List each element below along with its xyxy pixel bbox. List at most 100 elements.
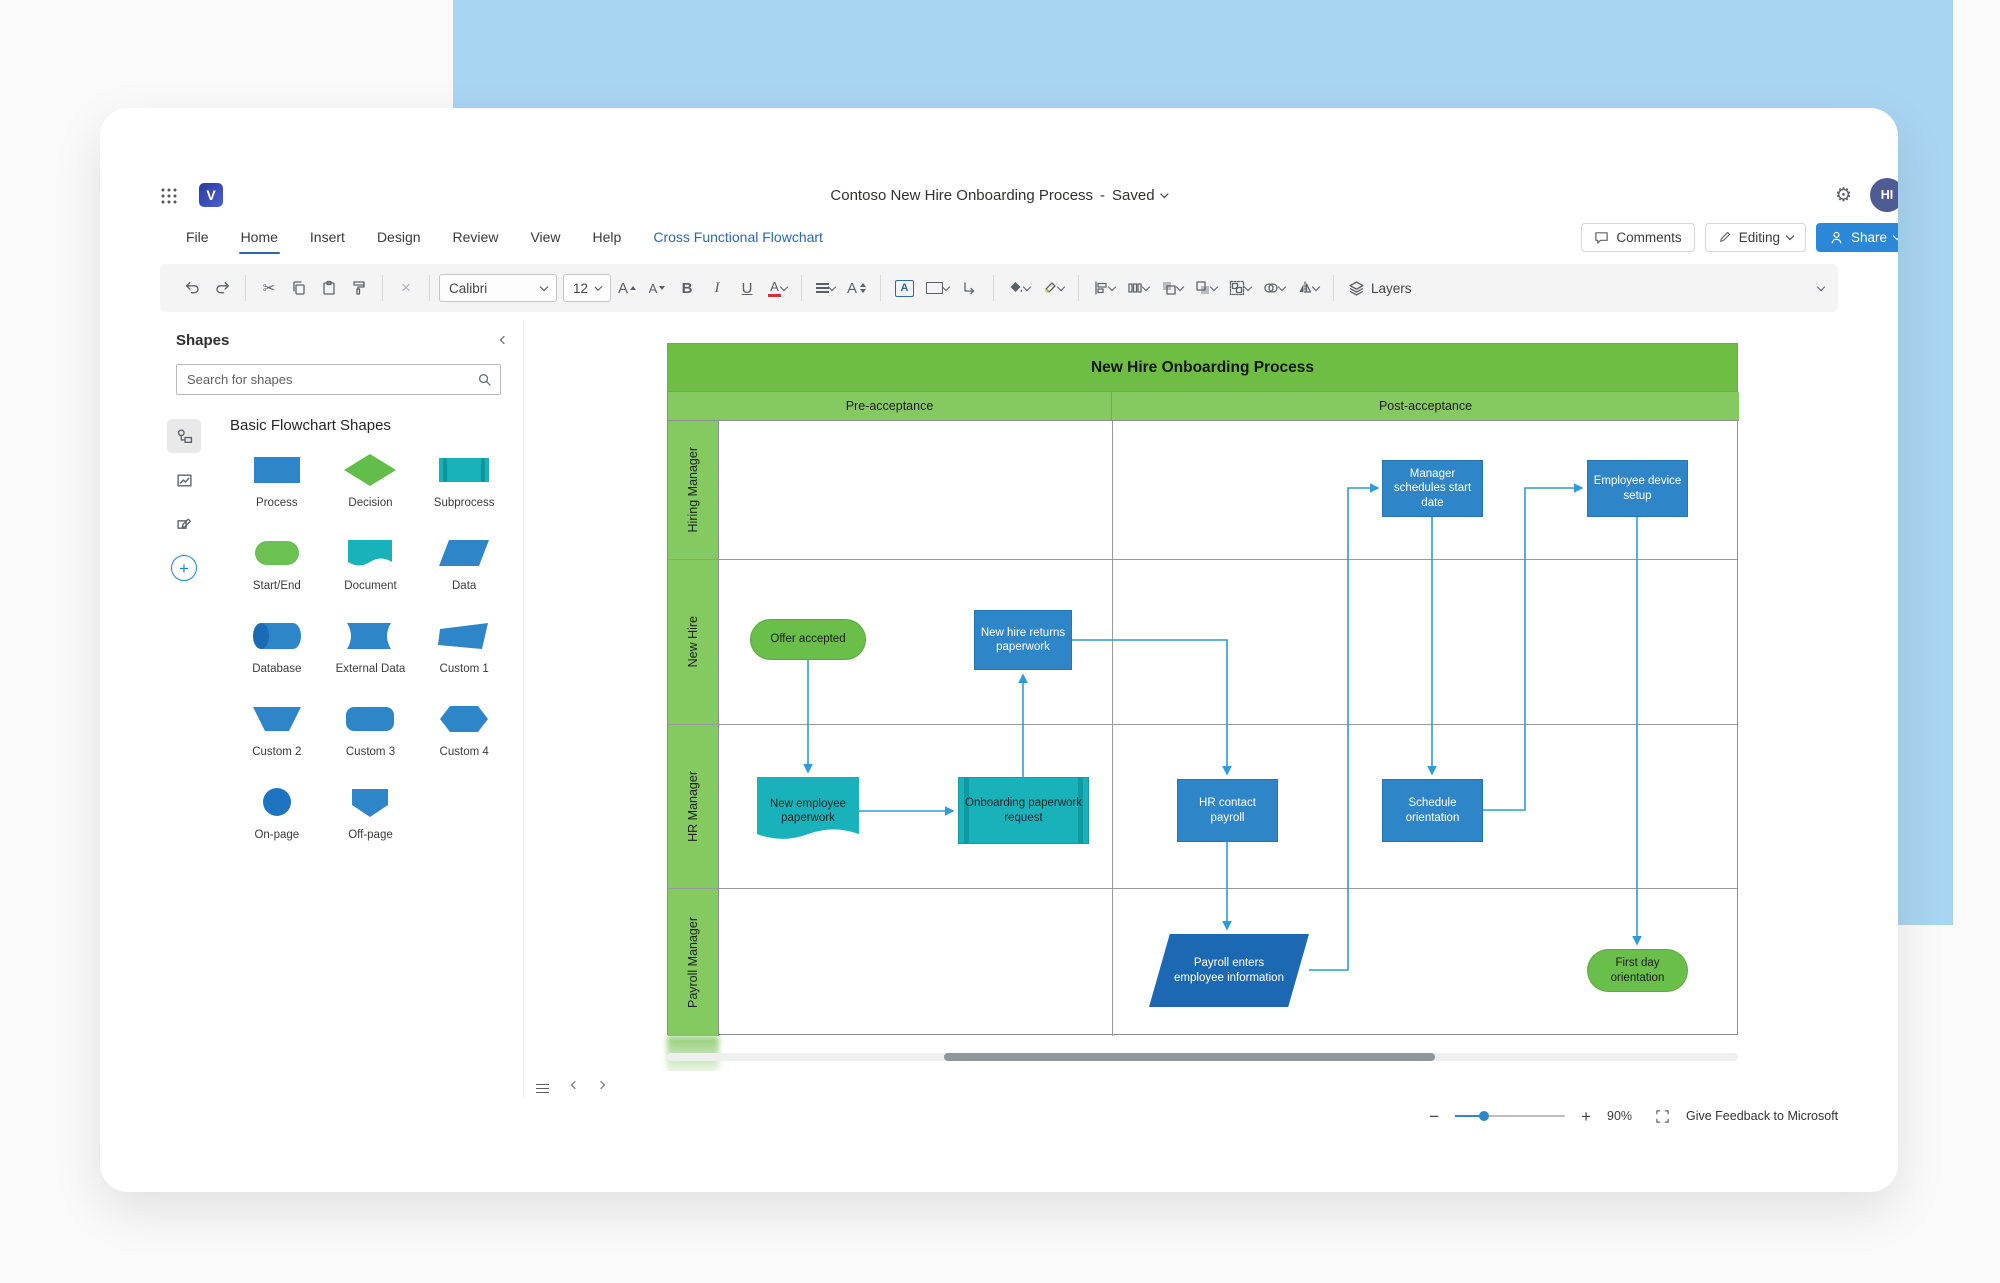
zoom-slider-handle[interactable] xyxy=(1479,1111,1489,1121)
send-backward-button[interactable] xyxy=(1190,271,1222,305)
collapse-panel-button[interactable] xyxy=(498,337,507,343)
flowchart-connectors[interactable] xyxy=(668,344,1739,1036)
shape-item-document[interactable]: Document xyxy=(342,535,398,592)
flowchart-node-first-day-orientation[interactable]: First day orientation xyxy=(1587,949,1688,992)
grow-font-button[interactable]: A xyxy=(613,271,641,305)
font-name-select[interactable]: Calibri xyxy=(439,274,557,302)
title-separator: - xyxy=(1100,187,1105,204)
copy-button[interactable] xyxy=(285,271,313,305)
underline-button[interactable]: U xyxy=(733,271,761,305)
shape-item-subprocess[interactable]: Subprocess xyxy=(434,452,495,509)
format-painter-button[interactable] xyxy=(345,271,373,305)
shape-item-custom-3[interactable]: Custom 3 xyxy=(342,701,398,758)
app-launcher-icon[interactable] xyxy=(160,187,177,204)
menu-help[interactable]: Help xyxy=(593,229,622,245)
flip-button[interactable] xyxy=(1292,271,1324,305)
shape-outline-button[interactable] xyxy=(921,271,954,305)
zoom-in-button[interactable]: + xyxy=(1581,1108,1591,1125)
paste-button[interactable] xyxy=(315,271,343,305)
flowchart-node-employee-device-setup[interactable]: Employee device setup xyxy=(1587,460,1688,517)
flowchart-node-manager-schedules-start-date[interactable]: Manager schedules start date xyxy=(1382,460,1483,517)
chevron-down-icon xyxy=(1312,282,1320,290)
menu-view[interactable]: View xyxy=(530,229,560,245)
menu-file[interactable]: File xyxy=(186,229,209,245)
previous-page-button[interactable] xyxy=(569,1082,578,1088)
menu-insert[interactable]: Insert xyxy=(310,229,345,245)
position-button[interactable] xyxy=(1122,271,1154,305)
highlighter-button[interactable] xyxy=(1037,271,1069,305)
zoom-slider[interactable] xyxy=(1455,1110,1565,1122)
shape-item-process[interactable]: Process xyxy=(249,452,305,509)
chevron-down-icon[interactable] xyxy=(1160,189,1168,197)
flowchart-node-offer-accepted[interactable]: Offer accepted xyxy=(750,619,866,660)
cut-button[interactable]: ✂ xyxy=(255,271,283,305)
menu-review[interactable]: Review xyxy=(453,229,499,245)
share-button[interactable]: Share xyxy=(1816,223,1898,252)
page-list-button[interactable] xyxy=(536,1084,549,1085)
shape-item-custom-4[interactable]: Custom 4 xyxy=(436,701,492,758)
data-shape-icon xyxy=(436,535,492,571)
shape-item-off-page[interactable]: Off-page xyxy=(342,784,398,841)
font-color-button[interactable]: A xyxy=(763,271,792,305)
visio-logo[interactable]: V xyxy=(199,183,223,207)
flowchart-node-new-employee-paperwork[interactable]: New employee paperwork xyxy=(757,777,859,845)
connector-tool-button[interactable] xyxy=(956,271,984,305)
menu-cross-functional-flowchart[interactable]: Cross Functional Flowchart xyxy=(653,229,823,245)
text-box-button[interactable]: A xyxy=(890,271,919,305)
align-shapes-button[interactable] xyxy=(1088,271,1120,305)
group-button[interactable] xyxy=(1224,271,1256,305)
next-page-button[interactable] xyxy=(598,1082,607,1088)
horizontal-scrollbar-thumb[interactable] xyxy=(944,1053,1435,1061)
stencil-tab-2[interactable] xyxy=(167,463,201,497)
highlighter-icon xyxy=(1042,280,1058,296)
editing-mode-button[interactable]: Editing xyxy=(1705,223,1806,252)
shape-item-custom-1[interactable]: Custom 1 xyxy=(436,618,492,675)
menu-design[interactable]: Design xyxy=(377,229,421,245)
layers-icon xyxy=(1348,280,1365,297)
add-stencil-button[interactable]: + xyxy=(171,555,197,581)
font-size-select[interactable]: 12 xyxy=(563,274,611,302)
shrink-font-button[interactable]: A xyxy=(643,271,671,305)
redo-button[interactable] xyxy=(208,271,236,305)
stencil-tab-3[interactable] xyxy=(167,507,201,541)
feedback-link[interactable]: Give Feedback to Microsoft xyxy=(1686,1109,1838,1123)
shape-item-decision[interactable]: Decision xyxy=(342,452,398,509)
delete-button[interactable]: × xyxy=(392,271,420,305)
fill-color-button[interactable] xyxy=(1003,271,1035,305)
zoom-level[interactable]: 90% xyxy=(1607,1109,1639,1123)
shape-operations-button[interactable] xyxy=(1258,271,1290,305)
flowchart-node-schedule-orientation[interactable]: Schedule orientation xyxy=(1382,779,1483,842)
ribbon-toolbar: ✂ × Calibri 12 A A B I U xyxy=(160,264,1838,312)
shape-search-input[interactable] xyxy=(177,372,477,387)
cross-functional-flowchart[interactable]: New Hire Onboarding Process Pre-acceptan… xyxy=(667,343,1738,1035)
text-size-button[interactable]: A xyxy=(842,271,871,305)
shape-item-external-data[interactable]: External Data xyxy=(336,618,406,675)
flowchart-node-payroll-enters-employee-information[interactable]: Payroll enters employee information xyxy=(1149,934,1309,1007)
shape-item-on-page[interactable]: On-page xyxy=(249,784,305,841)
bring-forward-button[interactable] xyxy=(1156,271,1188,305)
avatar[interactable]: HI xyxy=(1870,178,1898,212)
flowchart-node-hr-contact-payroll[interactable]: HR contact payroll xyxy=(1177,779,1278,842)
italic-button[interactable]: I xyxy=(703,271,731,305)
shape-item-custom-2[interactable]: Custom 2 xyxy=(249,701,305,758)
menu-home[interactable]: Home xyxy=(241,229,278,245)
align-text-button[interactable] xyxy=(811,271,840,305)
shape-item-start-end[interactable]: Start/End xyxy=(249,535,305,592)
bold-button[interactable]: B xyxy=(673,271,701,305)
shape-item-database[interactable]: Database xyxy=(249,618,305,675)
fit-to-window-icon[interactable] xyxy=(1655,1109,1670,1124)
undo-button[interactable] xyxy=(178,271,206,305)
search-icon[interactable] xyxy=(477,372,492,387)
custom-1-shape-icon xyxy=(436,618,492,654)
shapes-stencil-tab[interactable] xyxy=(167,419,201,453)
drawing-canvas[interactable]: New Hire Onboarding Process Pre-acceptan… xyxy=(524,320,1838,1071)
settings-gear-icon[interactable]: ⚙ xyxy=(1835,184,1852,207)
ribbon-overflow-chevron-icon[interactable] xyxy=(1817,282,1825,290)
layers-button[interactable]: Layers xyxy=(1343,271,1417,305)
flowchart-node-new-hire-returns-paperwork[interactable]: New hire returns paperwork xyxy=(974,610,1072,670)
document-title[interactable]: Contoso New Hire Onboarding Process - Sa… xyxy=(830,187,1167,204)
zoom-out-button[interactable]: − xyxy=(1429,1108,1439,1125)
comments-button[interactable]: Comments xyxy=(1581,223,1694,252)
shape-item-data[interactable]: Data xyxy=(436,535,492,592)
flowchart-node-onboarding-paperwork-request[interactable]: Onboarding paperwork request xyxy=(958,777,1089,844)
